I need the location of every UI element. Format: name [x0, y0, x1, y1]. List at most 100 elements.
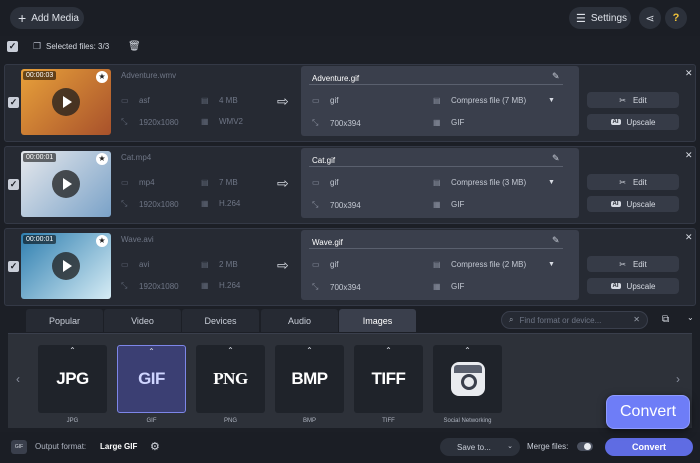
chevron-up-icon[interactable]: ⌃ — [354, 346, 423, 355]
chevron-up-icon[interactable]: ⌃ — [196, 346, 265, 355]
scissors-icon: ✂ — [619, 95, 626, 105]
format-card-gif[interactable]: ⌃ GIF — [117, 345, 186, 413]
source-format: ▭ mp4 — [121, 178, 155, 187]
format-card-jpg[interactable]: ⌃ JPG — [38, 345, 107, 413]
edit-button[interactable]: ✂ Edit — [587, 92, 679, 108]
rename-pencil-icon[interactable]: ✎ — [552, 235, 560, 246]
source-format-value: avi — [139, 260, 150, 269]
output-format-icon: GIF — [11, 440, 27, 454]
play-icon[interactable] — [52, 252, 80, 280]
select-all-checkbox[interactable]: ✓ — [7, 41, 18, 52]
output-codec-value: GIF — [451, 282, 465, 291]
delete-selected-button[interactable]: 🗑 — [128, 41, 141, 52]
clear-search-icon[interactable]: ✕ — [633, 315, 640, 324]
scroll-right-icon[interactable]: › — [676, 372, 680, 386]
format-label: PNG — [223, 418, 237, 424]
output-settings-gear-icon[interactable]: ⚙ — [150, 440, 160, 453]
ai-icon: AI — [610, 283, 621, 289]
format-label: GIF — [146, 418, 157, 424]
video-thumbnail[interactable]: 00:00:01 ★ — [21, 151, 111, 217]
ai-icon: AI — [610, 201, 621, 207]
format-card-png[interactable]: ⌃ PNG — [196, 345, 265, 413]
format-card-tiff[interactable]: ⌃ TIFF — [354, 345, 423, 413]
close-icon[interactable]: ✕ — [685, 232, 693, 243]
rename-pencil-icon[interactable]: ✎ — [552, 71, 560, 82]
format-logo: PNG — [213, 369, 248, 388]
chevron-up-icon[interactable]: ⌃ — [275, 346, 344, 355]
format-settings-icon[interactable]: ⧉ — [662, 314, 669, 325]
upscale-button[interactable]: AI Upscale — [587, 278, 679, 294]
output-file-name[interactable]: Adventure.gif — [312, 74, 359, 83]
compress-dropdown[interactable]: ▤ Compress file (3 MB) — [433, 178, 526, 187]
resize-icon: ⤡ — [121, 281, 128, 290]
codec-icon: ▦ — [433, 118, 441, 127]
save-to-dropdown[interactable]: Save to... ⌄ — [440, 438, 520, 456]
tab-devices[interactable]: Devices — [182, 309, 259, 332]
source-codec: ▦ H.264 — [201, 281, 240, 290]
share-button[interactable]: ⋖ — [639, 7, 661, 29]
chevron-down-icon[interactable]: ▼ — [548, 179, 555, 186]
upscale-button[interactable]: AI Upscale — [587, 196, 679, 212]
top-toolbar: + Add Media ☰ Settings ⋖ ? — [0, 0, 700, 36]
file-checkbox[interactable]: ✓ — [8, 97, 19, 108]
chevron-up-icon[interactable]: ⌃ — [118, 347, 185, 356]
close-icon[interactable]: ✕ — [685, 68, 693, 79]
help-button[interactable]: ? — [665, 7, 687, 29]
format-logo: GIF — [138, 369, 165, 388]
chevron-down-icon[interactable]: ▼ — [548, 97, 555, 104]
file-checkbox[interactable]: ✓ — [8, 261, 19, 272]
star-icon[interactable]: ★ — [96, 153, 108, 165]
ai-icon: AI — [610, 119, 621, 125]
edit-button[interactable]: ✂ Edit — [587, 256, 679, 272]
compress-icon: ▤ — [433, 96, 441, 105]
file-row: ✓ 00:00:01 ★ Cat.mp4 ▭ mp4 ▤ 7 MB ⤡ 1920x10… — [4, 146, 696, 224]
star-icon[interactable]: ★ — [96, 235, 108, 247]
format-grid: ‹ ⌃ JPG JPG ⌃ GIF GIF ⌃ PNG PNG ⌃ BMP BMP ⌃ TIFF TIFF ⌃… — [8, 333, 692, 428]
sliders-icon: ☰ — [576, 12, 586, 25]
play-icon[interactable] — [52, 88, 80, 116]
upscale-label: Upscale — [626, 281, 656, 291]
output-codec-value: GIF — [451, 200, 465, 209]
format-card-bmp[interactable]: ⌃ BMP — [275, 345, 344, 413]
output-file-name[interactable]: Wave.gif — [312, 238, 343, 247]
convert-button[interactable]: Convert — [605, 438, 693, 456]
file-icon: ▭ — [312, 96, 320, 105]
resize-icon: ⤡ — [312, 200, 319, 209]
source-codec: ▦ WMV2 — [201, 117, 243, 126]
upscale-button[interactable]: AI Upscale — [587, 114, 679, 130]
bottom-bar: GIF Output format: Large GIF ⚙ Save to..… — [0, 432, 700, 463]
chevron-down-icon[interactable]: ▼ — [548, 261, 555, 268]
scroll-left-icon[interactable]: ‹ — [16, 372, 20, 386]
tab-audio[interactable]: Audio — [261, 309, 338, 332]
edit-button[interactable]: ✂ Edit — [587, 174, 679, 190]
compress-dropdown[interactable]: ▤ Compress file (2 MB) — [433, 260, 526, 269]
source-codec-value: WMV2 — [219, 117, 243, 126]
chevron-up-icon[interactable]: ⌃ — [433, 346, 502, 355]
settings-button[interactable]: ☰ Settings — [569, 7, 631, 29]
source-format: ▭ avi — [121, 260, 149, 269]
tab-popular[interactable]: Popular — [26, 309, 103, 332]
merge-files-toggle[interactable] — [577, 442, 593, 451]
tab-video[interactable]: Video — [104, 309, 181, 332]
source-resolution: ⤡ 1920x1080 — [121, 117, 179, 127]
tab-images[interactable]: Images — [339, 309, 416, 332]
close-icon[interactable]: ✕ — [685, 150, 693, 161]
chevron-up-icon[interactable]: ⌃ — [38, 346, 107, 355]
video-thumbnail[interactable]: 00:00:01 ★ — [21, 233, 111, 299]
compress-dropdown[interactable]: ▤ Compress file (7 MB) — [433, 96, 526, 105]
format-card-social-networking[interactable]: ⌃ — [433, 345, 502, 413]
video-thumbnail[interactable]: 00:00:03 ★ — [21, 69, 111, 135]
output-format-value: gif — [330, 96, 339, 105]
add-media-button[interactable]: + Add Media — [10, 7, 84, 29]
output-resolution: ⤡ 700x394 — [312, 118, 361, 128]
collapse-panel-icon[interactable]: ⌄ — [687, 313, 694, 322]
file-checkbox[interactable]: ✓ — [8, 179, 19, 190]
duration-badge: 00:00:01 — [23, 235, 57, 244]
source-resolution-value: 1920x1080 — [139, 199, 179, 209]
output-file-name[interactable]: Cat.gif — [312, 156, 335, 165]
play-icon[interactable] — [52, 170, 80, 198]
source-size-value: 7 MB — [219, 178, 238, 187]
rename-pencil-icon[interactable]: ✎ — [552, 153, 560, 164]
format-search-input[interactable]: ⌕ Find format or device... ✕ — [501, 311, 648, 329]
star-icon[interactable]: ★ — [96, 71, 108, 83]
